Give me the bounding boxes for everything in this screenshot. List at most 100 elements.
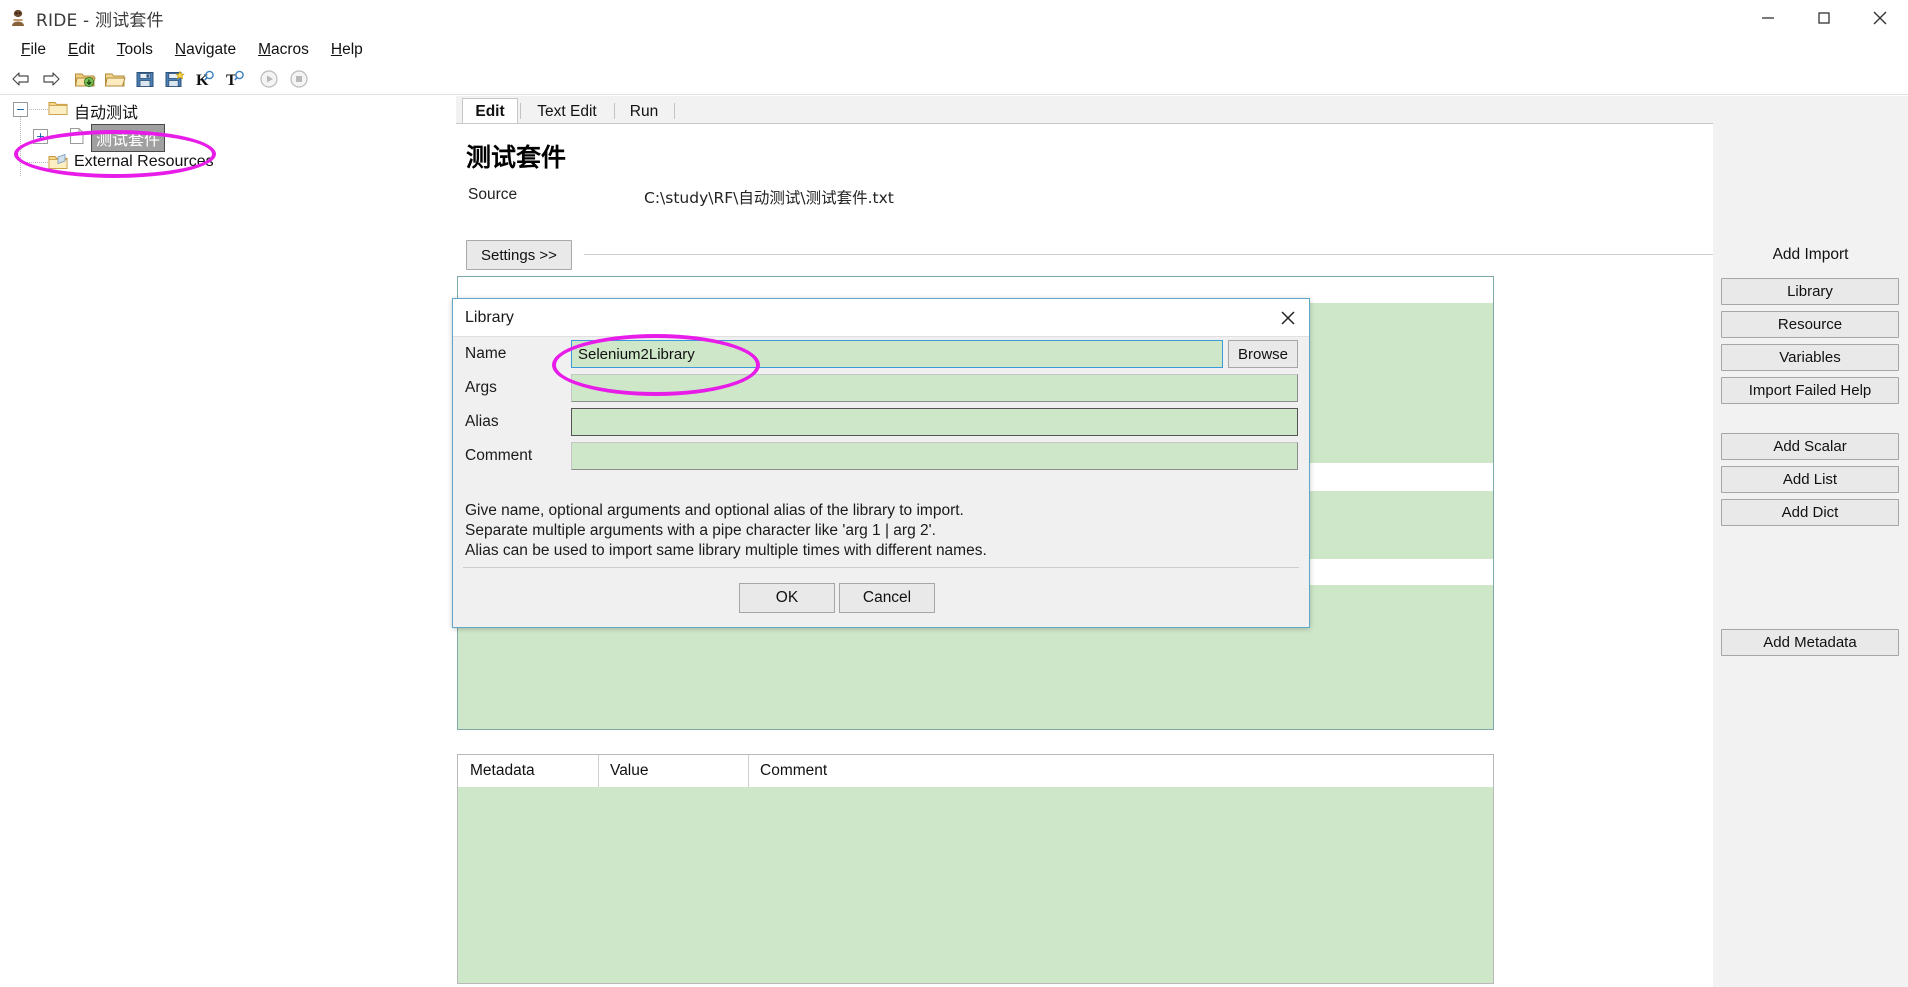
dialog-body: Name Browse Args Alias Comment [453, 337, 1309, 492]
import-failed-help-button[interactable]: Import Failed Help [1721, 377, 1899, 404]
close-icon[interactable] [1277, 307, 1299, 329]
tree-node-root[interactable]: − 自动测试 [0, 96, 456, 124]
menu-tools[interactable]: Tools [106, 39, 164, 61]
add-resource-button[interactable]: Resource [1721, 311, 1899, 338]
editor-tabbar: Edit Text Edit Run [456, 96, 1908, 125]
forward-arrow-icon[interactable] [36, 66, 66, 92]
dialog-help-line-1: Give name, optional arguments and option… [465, 502, 964, 519]
tab-text-edit-label: Text Edit [537, 103, 597, 120]
save-all-icon[interactable] [160, 66, 190, 92]
maximize-icon[interactable] [1796, 0, 1852, 36]
tab-run-label: Run [629, 103, 659, 120]
dialog-divider [463, 567, 1299, 568]
add-variables-button[interactable]: Variables [1721, 344, 1899, 371]
search-tests-icon[interactable]: T [220, 66, 250, 92]
metadata-table-header: Metadata Value Comment [458, 755, 1493, 788]
name-input[interactable] [571, 340, 1223, 368]
tab-text-edit[interactable]: Text Edit [522, 100, 612, 124]
menu-help[interactable]: Help [320, 39, 374, 61]
alias-field-label: Alias [465, 413, 499, 430]
dialog-title: Library [465, 309, 514, 326]
metadata-col-metadata: Metadata [470, 762, 535, 779]
add-scalar-label: Add Scalar [1773, 438, 1847, 455]
add-metadata-label: Add Metadata [1763, 634, 1857, 651]
page-title: 测试套件 [466, 143, 567, 172]
window-title: RIDE - 测试套件 [36, 10, 164, 31]
add-scalar-button[interactable]: Add Scalar [1721, 433, 1899, 460]
tree-node-label-external: External Resources [74, 153, 214, 170]
source-value: C:\study\RF\自动测试\测试套件.txt [644, 189, 894, 207]
alias-input[interactable] [571, 408, 1298, 436]
tree-node-label-root: 自动测试 [74, 103, 139, 122]
metadata-table[interactable]: Metadata Value Comment [457, 754, 1494, 984]
add-resource-label: Resource [1777, 316, 1843, 333]
add-library-label: Library [1787, 283, 1833, 300]
tab-run[interactable]: Run [616, 100, 672, 124]
tab-edit[interactable]: Edit [462, 98, 518, 125]
menubar: File Edit Tools Navigate Macros Help [0, 36, 1908, 64]
comment-field-label: Comment [465, 447, 533, 464]
source-label: Source [468, 186, 518, 203]
tree-expander-expand[interactable]: + [33, 129, 48, 144]
window-titlebar: RIDE - 测试套件 [0, 0, 1908, 36]
search-keyword-icon[interactable]: K [190, 66, 220, 92]
menu-macros[interactable]: Macros [247, 39, 320, 61]
library-import-dialog: Library Name Browse Args Alias Commen [452, 298, 1310, 628]
minimize-icon[interactable] [1740, 0, 1796, 36]
right-action-panel: Add Import Library Resource Variables Im… [1713, 96, 1908, 987]
add-import-label: Add Import [1772, 246, 1849, 263]
settings-button-label: Settings >> [481, 246, 557, 264]
ok-button[interactable]: OK [739, 583, 835, 613]
save-icon[interactable] [130, 66, 160, 92]
project-tree-panel: − 自动测试 + 测试套件 External Resources [0, 96, 456, 987]
menu-navigate[interactable]: Navigate [164, 39, 247, 61]
toolbar-divider [0, 94, 1908, 95]
window-controls [1740, 0, 1908, 36]
name-field-label: Name [465, 345, 507, 362]
dialog-help-line-3: Alias can be used to import same library… [465, 542, 987, 559]
open-directory-icon[interactable] [70, 66, 100, 92]
import-failed-help-label: Import Failed Help [1748, 382, 1872, 399]
args-field-label: Args [465, 379, 497, 396]
cancel-button-label: Cancel [862, 589, 912, 606]
file-icon [68, 127, 88, 144]
metadata-col-value: Value [610, 762, 649, 779]
dialog-help-line-2: Separate multiple arguments with a pipe … [465, 522, 936, 539]
tab-edit-label: Edit [475, 102, 505, 120]
comment-input[interactable] [571, 442, 1298, 470]
folder-icon [48, 100, 68, 116]
back-arrow-icon[interactable] [6, 66, 36, 92]
add-list-label: Add List [1782, 471, 1838, 488]
ride-application-window: RIDE - 测试套件 File Edit Tools Navigate Mac… [0, 0, 1908, 987]
ok-button-label: OK [775, 589, 799, 606]
toolbar: K T [0, 64, 1908, 94]
add-dict-label: Add Dict [1781, 504, 1839, 521]
settings-toggle-button[interactable]: Settings >> [466, 240, 572, 270]
resources-folder-icon [48, 153, 68, 169]
add-metadata-button[interactable]: Add Metadata [1721, 629, 1899, 656]
metadata-col-comment: Comment [760, 762, 828, 779]
metadata-table-body[interactable] [458, 787, 1493, 983]
robot-icon [8, 8, 28, 28]
cancel-button[interactable]: Cancel [839, 583, 935, 613]
stop-icon[interactable] [284, 66, 314, 92]
close-icon[interactable] [1852, 0, 1908, 36]
settings-divider [584, 254, 1908, 255]
add-list-button[interactable]: Add List [1721, 466, 1899, 493]
add-dict-button[interactable]: Add Dict [1721, 499, 1899, 526]
run-icon[interactable] [254, 66, 284, 92]
tree-node-suite[interactable]: + 测试套件 [0, 124, 456, 152]
svg-text:K: K [196, 72, 209, 89]
open-file-icon[interactable] [100, 66, 130, 92]
menu-file[interactable]: File [10, 39, 57, 61]
browse-button[interactable]: Browse [1228, 340, 1298, 368]
tree-expander-collapse[interactable]: − [13, 102, 28, 117]
browse-button-label: Browse [1237, 345, 1289, 363]
add-library-button[interactable]: Library [1721, 278, 1899, 305]
tree-node-external-resources[interactable]: External Resources [0, 150, 456, 176]
add-variables-label: Variables [1779, 349, 1841, 366]
args-input[interactable] [571, 374, 1298, 402]
menu-edit[interactable]: Edit [57, 39, 106, 61]
tree-node-label-suite: 测试套件 [90, 124, 166, 152]
dialog-titlebar: Library [453, 299, 1309, 337]
